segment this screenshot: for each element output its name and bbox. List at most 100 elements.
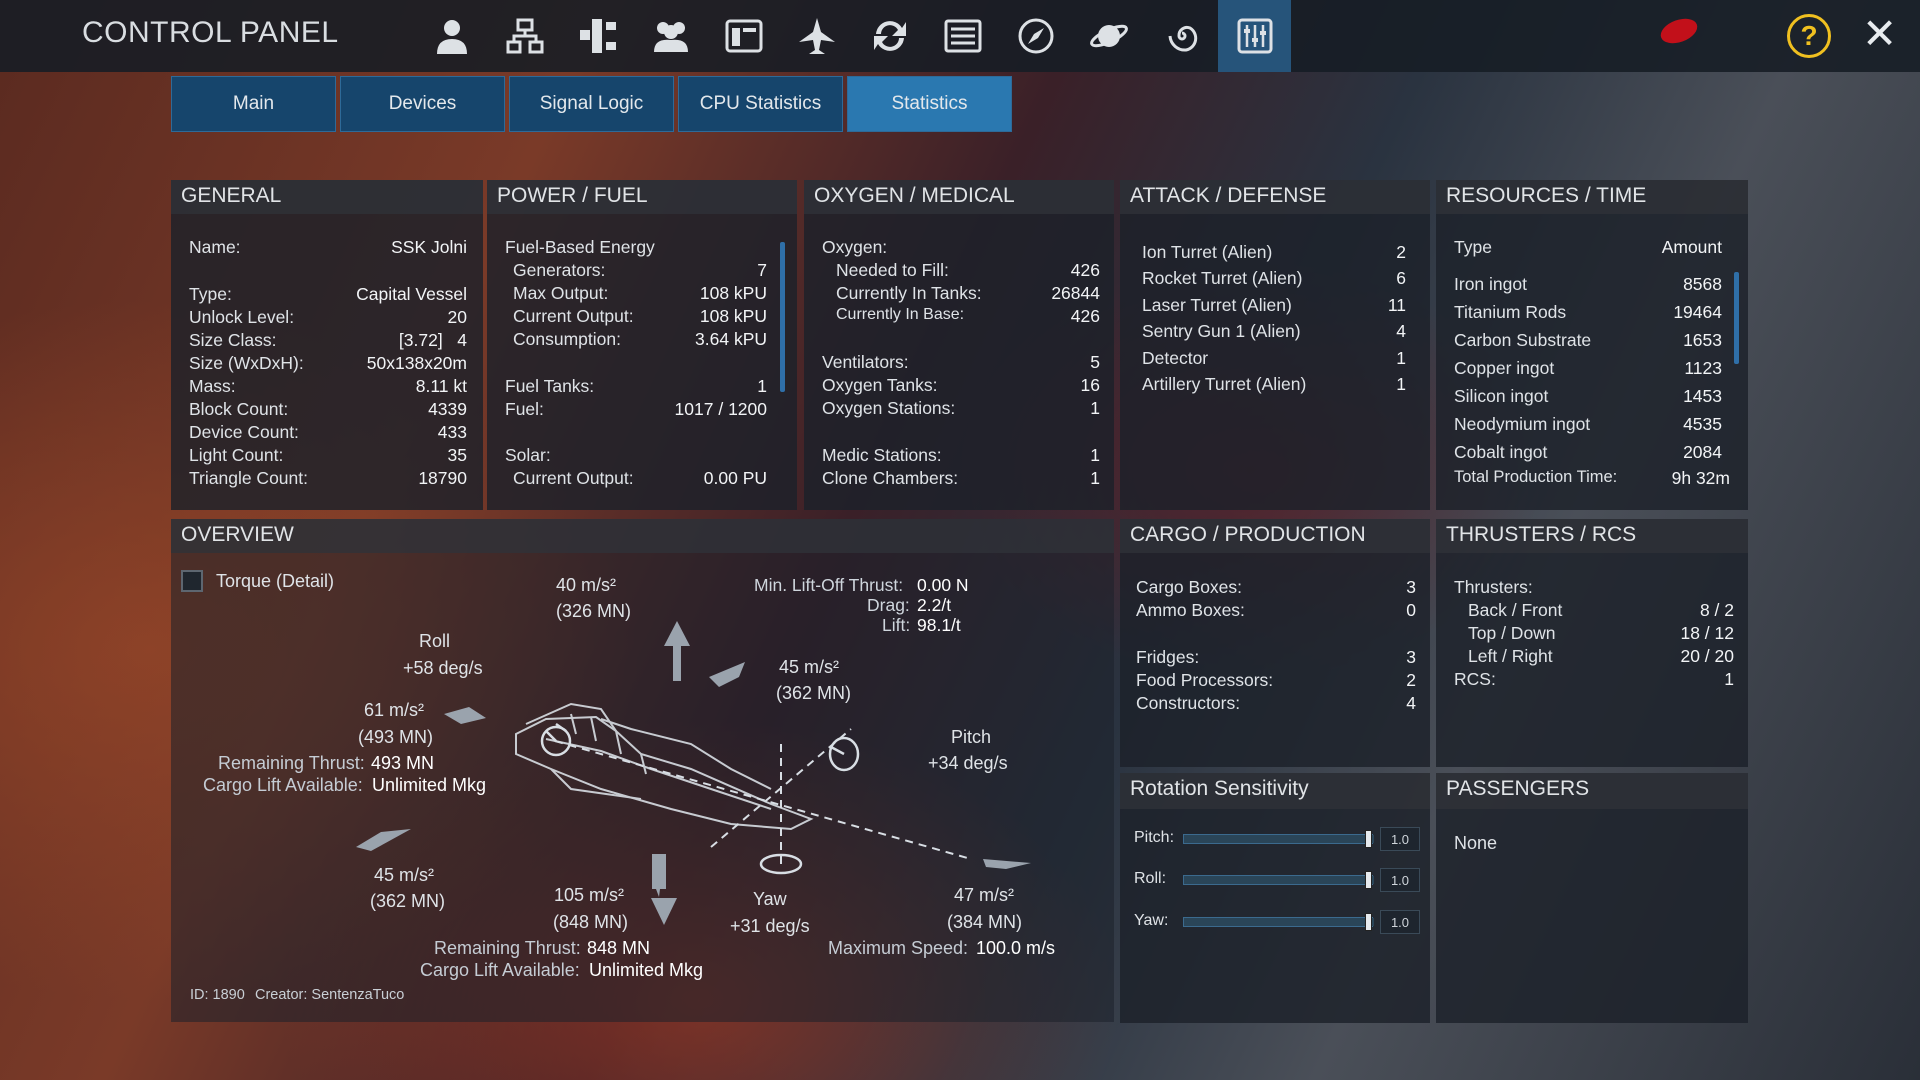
weapon-name: Rocket Turret (Alien) — [1142, 268, 1303, 288]
general-row-value: 18790 — [418, 468, 467, 488]
name-label: Name: — [189, 237, 241, 257]
oxygen-row-label: Currently In Tanks: — [836, 283, 982, 303]
weapon-count: 1 — [1396, 374, 1406, 394]
yaw-slider[interactable] — [1183, 913, 1374, 931]
lift-label: Lift: — [882, 615, 911, 635]
passengers-title: PASSENGERS — [1436, 773, 1748, 809]
pitch-sensitivity-value[interactable]: 1.0 — [1380, 827, 1420, 851]
medical-row-value: 1 — [1090, 468, 1100, 488]
resource-name: Iron ingot — [1454, 274, 1527, 294]
resource-amount: 1653 — [1683, 330, 1722, 350]
up-accel: 40 m/s² — [556, 575, 617, 595]
weapon-count: 11 — [1387, 295, 1406, 315]
cargo-row-value: 3 — [1406, 647, 1416, 667]
weapon-count: 2 — [1396, 242, 1406, 262]
thrusters-title: THRUSTERS / RCS — [1436, 519, 1748, 553]
back-accel: 61 m/s² — [364, 700, 425, 720]
cargo-row-value: 0 — [1406, 600, 1416, 620]
roll-label: Roll — [419, 631, 451, 651]
slider-label: Roll: — [1134, 870, 1167, 887]
tab-signal-logic[interactable]: Signal Logic — [509, 76, 674, 132]
general-title: GENERAL — [171, 180, 483, 214]
pitch-slider-fill — [1184, 835, 1374, 843]
resource-name: Silicon ingot — [1454, 386, 1549, 406]
solar-output-label: Current Output: — [513, 468, 634, 488]
thruster-row-label: Back / Front — [1468, 600, 1563, 620]
pitch-value: +34 deg/s — [928, 753, 1008, 773]
group-icon[interactable] — [634, 0, 707, 72]
network-icon[interactable] — [488, 0, 561, 72]
right-accel: 47 m/s² — [954, 885, 1015, 905]
roll-slider-knob[interactable] — [1365, 871, 1372, 889]
power-scrollbar[interactable] — [780, 242, 785, 392]
yaw-slider-knob[interactable] — [1365, 913, 1372, 931]
oxygen-row-value: 426 — [1070, 260, 1100, 280]
slider-label: Pitch: — [1134, 829, 1175, 846]
rotation-title: Rotation Sensitivity — [1120, 773, 1430, 809]
power-row-label: Current Output: — [513, 306, 634, 326]
tab-main[interactable]: Main — [171, 76, 336, 132]
power-row-label: Max Output: — [513, 283, 609, 303]
general-row-label: Device Count: — [189, 422, 299, 442]
sync-icon[interactable] — [853, 0, 926, 72]
resource-amount: 2084 — [1683, 442, 1722, 462]
record-indicator — [1657, 14, 1701, 48]
pitch-label: Pitch — [951, 727, 992, 747]
yaw-slider-fill — [1184, 918, 1374, 926]
compass-icon[interactable] — [999, 0, 1072, 72]
close-button[interactable]: ✕ — [1862, 12, 1897, 56]
thruster-row-label: Left / Right — [1468, 646, 1553, 666]
resource-name: Carbon Substrate — [1454, 330, 1592, 350]
oxygen-row-label: Needed to Fill: — [836, 260, 949, 280]
resources-title: RESOURCES / TIME — [1436, 180, 1748, 214]
fuel-tanks-value: 1 — [757, 376, 767, 396]
resource-name: Cobalt ingot — [1454, 442, 1548, 462]
general-row-label: Mass: — [189, 376, 236, 396]
col-type: Type — [1454, 237, 1492, 257]
help-button[interactable]: ? — [1787, 14, 1831, 58]
galaxy-icon[interactable] — [1145, 0, 1218, 72]
cargo-panel: CARGO / PRODUCTION Cargo Boxes: 3 Ammo Bo… — [1120, 519, 1430, 767]
pitch-slider-knob[interactable] — [1365, 830, 1372, 848]
rotation-panel: Rotation Sensitivity Pitch: 1.0 Roll: 1.… — [1120, 773, 1430, 1023]
pitch-slider[interactable] — [1183, 830, 1374, 848]
roll-slider[interactable] — [1183, 871, 1374, 889]
power-row-value: 3.64 kPU — [695, 329, 767, 349]
window-icon[interactable] — [707, 0, 780, 72]
tab-statistics[interactable]: Statistics — [847, 76, 1012, 132]
left-accel: 45 m/s² — [374, 865, 435, 885]
cargo-row-value: 3 — [1406, 577, 1416, 597]
list-icon[interactable] — [926, 0, 999, 72]
back-thrust: (493 MN) — [358, 727, 434, 747]
general-row-label: Block Count: — [189, 399, 289, 419]
sliders-icon[interactable] — [1218, 0, 1291, 72]
drag-value: 2.2/t — [917, 595, 952, 615]
solar-label: Solar: — [505, 445, 551, 465]
medical-row-value: 1 — [1090, 445, 1100, 465]
medical-row-label: Medic Stations: — [822, 445, 942, 465]
person-icon[interactable] — [415, 0, 488, 72]
top-bar: CONTROL PANEL ? ✕ — [0, 0, 1920, 72]
yaw-label: Yaw — [753, 889, 787, 909]
oxygen-row-value: 26844 — [1051, 283, 1100, 303]
resource-amount: 1453 — [1683, 386, 1722, 406]
ship-icon[interactable] — [780, 0, 853, 72]
power-row-label: Generators: — [513, 260, 606, 280]
tab-devices[interactable]: Devices — [340, 76, 505, 132]
general-row-value: 50x138x20m — [366, 353, 467, 373]
weapon-name: Ion Turret (Alien) — [1142, 242, 1273, 262]
cargo-lift-value: Unlimited Mkg — [372, 775, 487, 795]
resource-amount: 19464 — [1673, 302, 1722, 322]
down-accel: 105 m/s² — [554, 885, 625, 905]
roll-sensitivity-value[interactable]: 1.0 — [1380, 868, 1420, 892]
weapon-name: Laser Turret (Alien) — [1142, 295, 1292, 315]
tab-cpu-statistics[interactable]: CPU Statistics — [678, 76, 843, 132]
power-row-label: Consumption: — [513, 329, 621, 349]
resources-scrollbar[interactable] — [1734, 272, 1739, 364]
cargo-row-value: 2 — [1406, 670, 1416, 690]
planet-icon[interactable] — [1072, 0, 1145, 72]
yaw-sensitivity-value[interactable]: 1.0 — [1380, 910, 1420, 934]
overview-panel: OVERVIEW Torque (Detail) 40 m/s² (326 MN… — [171, 519, 1114, 1022]
structure-icon[interactable] — [561, 0, 634, 72]
page-title: CONTROL PANEL — [82, 16, 339, 49]
